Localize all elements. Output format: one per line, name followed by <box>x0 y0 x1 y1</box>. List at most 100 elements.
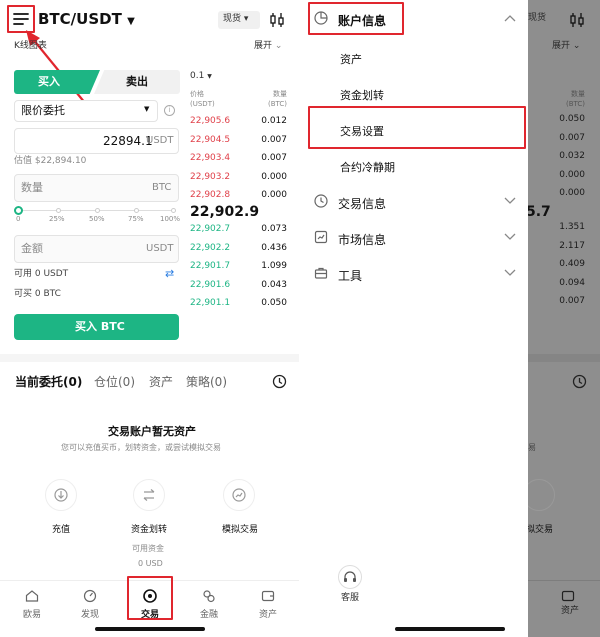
bg-qty-header: 数量 (BTC) <box>563 89 585 109</box>
empty-subtitle: 您可以充值买币，划转资金，或尝试模拟交易 <box>61 443 221 452</box>
bg-expand: 展开 ⌄ <box>552 41 581 51</box>
menu-item-transfer[interactable]: 资金划转 <box>340 87 384 103</box>
orderbook-qty: 0.043 <box>261 279 287 290</box>
amount-slider[interactable] <box>14 206 176 215</box>
simulate-button[interactable] <box>223 479 255 511</box>
quantity-unit: BTC <box>152 182 172 193</box>
slider-tick <box>95 208 100 213</box>
transfer-button[interactable] <box>133 479 165 511</box>
available-usdt: 可用 0 USDT <box>14 269 69 279</box>
pair-title[interactable]: BTC/USDT ▼ <box>38 12 135 27</box>
nav-finance[interactable]: 金融 <box>189 588 229 620</box>
slider-mark: 75% <box>128 215 144 223</box>
menu-trade-info[interactable]: 交易信息 <box>338 195 386 212</box>
tab-strategies[interactable]: 策略(0) <box>186 376 227 388</box>
chevron-down-icon[interactable] <box>504 269 516 277</box>
orderbook-price[interactable]: 22,901.7 <box>190 262 230 271</box>
transfer-available-value: 0 USD <box>138 559 163 568</box>
qty-header-unit: (BTC) <box>267 100 287 108</box>
orderbook-price[interactable]: 22,901.6 <box>190 280 230 290</box>
slider-handle[interactable] <box>14 206 23 215</box>
quantity-placeholder: 数量 <box>21 181 43 194</box>
history-icon[interactable] <box>272 374 287 389</box>
tab-current-orders[interactable]: 当前委托(0) <box>15 376 82 388</box>
bg-wallet-icon <box>561 590 575 602</box>
clock-icon <box>314 194 328 208</box>
orderbook-qty: 0.000 <box>261 190 287 200</box>
bg-last-price: 5.7 <box>526 204 551 220</box>
tab-positions[interactable]: 仓位(0) <box>94 376 135 388</box>
section-divider <box>0 354 300 362</box>
info-icon[interactable]: i <box>164 105 175 116</box>
orderbook-qty: 0.032 <box>559 151 585 161</box>
candlestick-icon[interactable] <box>268 11 286 29</box>
nav-assets-label: 资产 <box>258 610 277 620</box>
tab-assets[interactable]: 资产 <box>149 376 173 388</box>
expand-toggle[interactable]: 展开 ⌄ <box>254 42 282 51</box>
price-header-title: 价格 <box>190 90 204 98</box>
bg-history-icon <box>572 374 587 389</box>
transfer-swap-icon[interactable]: ⇄ <box>165 268 174 279</box>
nav-assets[interactable]: 资产 <box>248 588 288 620</box>
deposit-button[interactable] <box>45 479 77 511</box>
support-button[interactable] <box>338 565 362 589</box>
orderbook-qty: 0.007 <box>559 296 585 306</box>
slider-tick <box>134 208 139 213</box>
available-btc: 可买 0 BTC <box>14 289 61 299</box>
orderbook-qty: 0.436 <box>261 242 287 253</box>
orderbook-qty: 0.409 <box>559 259 585 269</box>
chevron-down-icon[interactable] <box>504 233 516 241</box>
orderbook-price[interactable]: 22,902.7 <box>190 225 230 234</box>
spot-badge[interactable]: 现货 ▾ <box>218 11 260 29</box>
side-drawer: 账户信息 资产 资金划转 交易设置 合约冷静期 交易信息 市场信息 工具 客服 <box>300 0 528 637</box>
orderbook-qty: 0.073 <box>261 224 287 234</box>
home-indicator <box>395 627 505 631</box>
amount-unit: USDT <box>146 243 174 254</box>
orderbook-qty: 0.007 <box>261 134 287 145</box>
nav-discover-label: 发现 <box>80 610 99 620</box>
spot-badge-label: 现货 <box>223 14 242 24</box>
chevron-up-icon[interactable] <box>504 14 516 22</box>
chevron-down-icon: ⌄ <box>274 41 283 51</box>
price-unit: USDT <box>146 135 174 146</box>
download-icon <box>54 488 68 502</box>
orderbook-qty: 2.117 <box>559 240 585 251</box>
orderbook-price[interactable]: 22,905.6 <box>190 117 230 126</box>
market-chart-icon <box>314 230 328 244</box>
bg-candlestick-icon <box>570 13 584 27</box>
orderbook-price[interactable]: 22,901.1 <box>190 299 230 308</box>
orderbook-qty: 1.099 <box>261 261 287 271</box>
bg-expand-label: 展开 <box>552 41 571 51</box>
finance-icon <box>203 590 215 603</box>
qty-header: 数量 (BTC) <box>265 89 287 109</box>
orderbook-qty: 0.050 <box>559 114 585 124</box>
transfer-available-label: 可用资金 <box>132 544 164 553</box>
pair-label: BTC/USDT <box>38 10 122 28</box>
chart-link[interactable]: K线图表 <box>14 42 47 51</box>
nav-discover[interactable]: 发现 <box>70 588 110 620</box>
menu-market-info[interactable]: 市场信息 <box>338 231 386 248</box>
menu-tools[interactable]: 工具 <box>338 267 362 284</box>
transfer-label: 资金划转 <box>131 525 168 535</box>
orderbook-price[interactable]: 22,903.2 <box>190 172 230 182</box>
menu-item-assets[interactable]: 资产 <box>340 51 362 67</box>
simulate-label: 模拟交易 <box>222 525 259 535</box>
slider-tick <box>171 208 176 213</box>
orderbook-price[interactable]: 22,903.4 <box>190 154 230 163</box>
precision-select[interactable]: 0.1 ▼ <box>190 72 212 81</box>
toolbox-icon <box>314 267 328 279</box>
discover-icon <box>83 589 97 603</box>
orderbook-price[interactable]: 22,904.5 <box>190 135 230 145</box>
menu-item-cooldown[interactable]: 合约冷静期 <box>340 159 395 175</box>
last-price: 22,902.9 <box>190 204 260 220</box>
chevron-down-icon[interactable] <box>504 197 516 205</box>
simulate-icon <box>232 488 246 502</box>
slider-tick <box>56 208 61 213</box>
orderbook-price[interactable]: 22,902.2 <box>190 243 230 253</box>
orderbook-qty: 0.050 <box>261 298 287 308</box>
orderbook-qty: 0.007 <box>559 132 585 143</box>
orderbook-price[interactable]: 22,902.8 <box>190 191 230 200</box>
wallet-icon <box>261 590 275 602</box>
slider-mark: 0 <box>16 215 21 223</box>
nav-home[interactable]: 欧易 <box>12 588 52 620</box>
